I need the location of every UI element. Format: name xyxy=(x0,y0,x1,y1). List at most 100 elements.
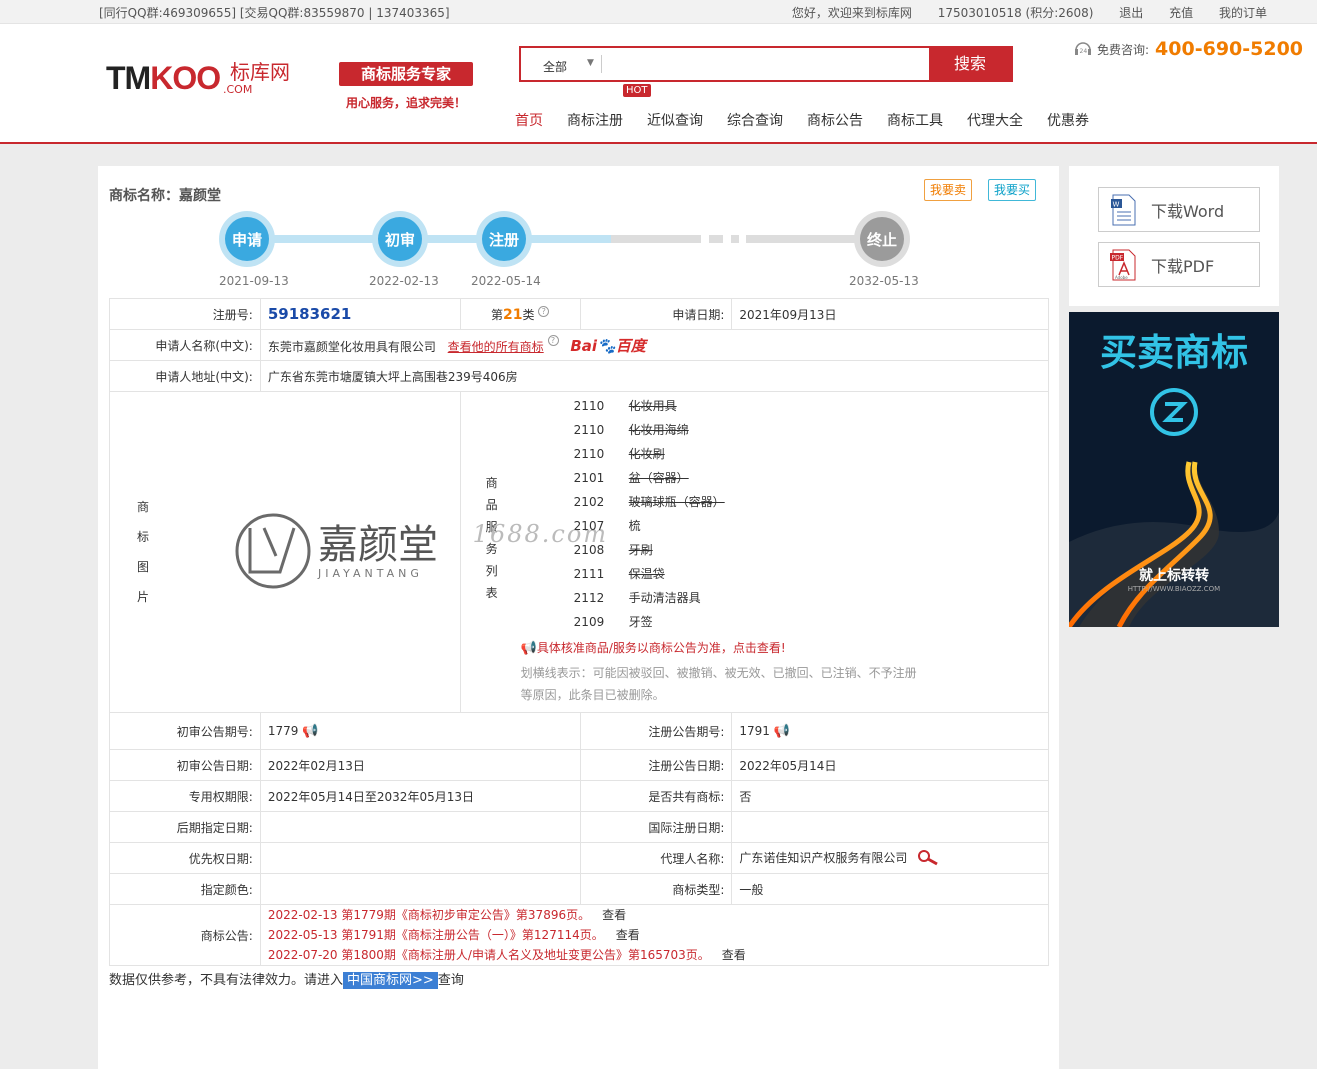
nav-register[interactable]: 商标注册 HOT xyxy=(567,84,651,130)
table-row: 注册号: 59183621 第21类 ? 申请日期: 2021年09月13日 xyxy=(109,298,1049,330)
shared-value: 否 xyxy=(731,780,1049,812)
baidu-search-icon[interactable]: Bai🐾百度 xyxy=(570,337,645,355)
goods-code: 2110 xyxy=(573,423,605,437)
priority-value xyxy=(259,842,581,874)
prelim-no-cell: 1779 📢 xyxy=(259,712,581,750)
class-suffix: 类 xyxy=(522,307,535,322)
list-item: 2110 化妆刷 xyxy=(574,442,725,466)
goods-notice-link[interactable]: 📢具体核准商品/服务以商标公告为准，点击查看! xyxy=(521,639,921,656)
hotline: 24 免费咨询: 400-690-5200 xyxy=(1073,38,1303,60)
megaphone-icon[interactable]: 📢 xyxy=(774,724,790,739)
ctmo-link[interactable]: 中国商标网>> xyxy=(343,972,438,989)
reg-ann-date-label: 注册公告日期: xyxy=(579,749,733,781)
search-button[interactable]: 搜索 xyxy=(929,48,1011,80)
disclaimer-text: 数据仅供参考，不具有法律效力。请进入 xyxy=(109,973,344,988)
all-marks-link[interactable]: 查看他的所有商标 xyxy=(448,340,544,354)
table-row: 后期指定日期: 国际注册日期: xyxy=(109,811,1049,843)
nav-announcement[interactable]: 商标公告 xyxy=(807,110,863,130)
goods-name: 盆（容器） xyxy=(628,471,689,485)
nav-agents[interactable]: 代理大全 xyxy=(967,110,1023,130)
flow-step-terminate: 终止 xyxy=(854,211,910,267)
hot-badge: HOT xyxy=(623,84,651,97)
word-file-icon: W xyxy=(1111,194,1136,225)
view-announce-link[interactable]: 查看 xyxy=(602,908,626,922)
announce-list: 2022-02-13 第1779期《商标初步审定公告》第37896页。 查看 20… xyxy=(259,904,1050,966)
reg-no-value: 59183621 xyxy=(267,305,352,323)
applicant-label: 申请人名称(中文): xyxy=(109,329,261,361)
page-title: 商标名称：嘉颜堂 xyxy=(109,188,221,204)
goods-name: 手动清洁器具 xyxy=(628,591,701,605)
hotline-label: 免费咨询: xyxy=(1097,42,1150,57)
list-item: 2108 牙刷 xyxy=(574,538,725,562)
dropdown-arrow-icon: ▼ xyxy=(587,58,594,68)
ad-banner[interactable]: 买卖商标 就上标转转 HTTP://WWW.BIAOZZ.COM xyxy=(1069,312,1279,627)
class-prefix: 第 xyxy=(490,307,503,322)
goods-name: 牙刷 xyxy=(628,543,653,557)
reg-ann-date-value: 2022年05月14日 xyxy=(731,749,1049,781)
sell-button[interactable]: 我要卖 xyxy=(924,179,973,201)
prelim-date-label: 初审公告日期: xyxy=(109,749,261,781)
list-item: 2022-07-20 第1800期《商标注册人/申请人名义及地址变更公告》第16… xyxy=(268,945,1041,965)
flow-step-apply: 申请 xyxy=(219,211,275,267)
list-item: 2110 化妆用具 xyxy=(574,394,725,418)
nav-home[interactable]: 首页 xyxy=(515,110,543,130)
baidu-text-a: Bai xyxy=(570,336,598,355)
logo-koo: KOO xyxy=(150,60,221,96)
priority-label: 优先权日期: xyxy=(109,842,261,874)
term-label: 专用权期限: xyxy=(109,780,261,812)
view-announce-link[interactable]: 查看 xyxy=(616,928,640,942)
address-label: 申请人地址(中文): xyxy=(109,360,261,392)
list-item: 2110 化妆用海绵 xyxy=(574,418,725,442)
flow-line-pending xyxy=(611,235,701,243)
megaphone-icon: 📢 xyxy=(520,641,537,656)
class-value[interactable]: 第21类 xyxy=(490,307,535,323)
nav-search[interactable]: 综合查询 xyxy=(727,110,783,130)
announce-label: 商标公告: xyxy=(109,904,261,966)
mark-image-cell: 商标图片 嘉颜堂 JIAYANTANG xyxy=(109,391,461,713)
term-value: 2022年05月14日至2032年05月13日 xyxy=(259,780,581,812)
recharge-link[interactable]: 充值 xyxy=(1169,6,1193,20)
search-scope-select[interactable]: 全部 ▼ xyxy=(521,48,601,80)
reg-no-cell: 59183621 xyxy=(259,298,461,330)
hotline-number: 400-690-5200 xyxy=(1155,38,1304,60)
account-link[interactable]: 17503010518 (积分:2608) xyxy=(938,6,1094,20)
site-logo[interactable]: TMKOO 标库网 .COM xyxy=(106,60,290,100)
nav-similar[interactable]: 近似查询 xyxy=(647,110,703,130)
list-item: 2112 手动清洁器具 xyxy=(574,586,725,610)
svg-text:24: 24 xyxy=(1080,48,1088,55)
list-item: 2102 玻璃球瓶（容器） xyxy=(574,490,725,514)
slogan-badge: 商标服务专家 xyxy=(339,62,473,86)
mark-text: 嘉颜堂 JIAYANTANG xyxy=(318,523,438,580)
nav-coupons[interactable]: 优惠券 xyxy=(1047,110,1089,130)
pdf-badge-text: PDF xyxy=(1112,254,1124,261)
prelim-no-label: 初审公告期号: xyxy=(109,712,261,750)
goods-notice-text: 具体核准商品/服务以商标公告为准，点击查看! xyxy=(536,641,786,655)
search-icon[interactable] xyxy=(917,849,941,867)
logout-link[interactable]: 退出 xyxy=(1119,6,1143,20)
agent-label: 代理人名称: xyxy=(579,842,733,874)
search-input[interactable] xyxy=(601,55,929,73)
download-word-button[interactable]: W 下载Word xyxy=(1098,187,1260,232)
label-char: 列 xyxy=(485,564,498,578)
download-pdf-button[interactable]: PDF Adobe 下载PDF xyxy=(1098,242,1260,287)
intl-date-label: 国际注册日期: xyxy=(579,811,733,843)
site-header: TMKOO 标库网 .COM 商标服务专家 用心服务，追求完美！ 全部 ▼ 搜索 … xyxy=(0,24,1317,144)
logo-com: .COM xyxy=(223,83,253,96)
label-char: 图 xyxy=(136,560,149,574)
help-icon[interactable]: ? xyxy=(538,305,550,317)
megaphone-icon[interactable]: 📢 xyxy=(302,724,318,739)
announce-text: 2022-05-13 第1791期《商标注册公告（一）》第127114页。 xyxy=(267,928,604,942)
goods-name: 化妆用具 xyxy=(628,399,677,413)
goods-code: 2110 xyxy=(573,447,605,461)
view-announce-link[interactable]: 查看 xyxy=(722,948,746,962)
table-row: 初审公告期号: 1779 📢 注册公告期号: 1791 📢 xyxy=(109,712,1049,750)
buy-button[interactable]: 我要买 xyxy=(988,179,1037,201)
list-item: 2022-05-13 第1791期《商标注册公告（一）》第127114页。 查看 xyxy=(268,925,1041,945)
disclaimer-end: 查询 xyxy=(437,973,464,988)
help-icon[interactable]: ? xyxy=(547,334,559,346)
orders-link[interactable]: 我的订单 xyxy=(1219,6,1267,20)
goods-name: 玻璃球瓶（容器） xyxy=(628,495,725,509)
mark-en: JIAYANTANG xyxy=(318,566,423,580)
strike-note: 划横线表示：可能因被驳回、被撤销、被无效、已撤回、已注销、不予注册等原因，此条目… xyxy=(520,666,917,702)
nav-tools[interactable]: 商标工具 xyxy=(887,110,943,130)
